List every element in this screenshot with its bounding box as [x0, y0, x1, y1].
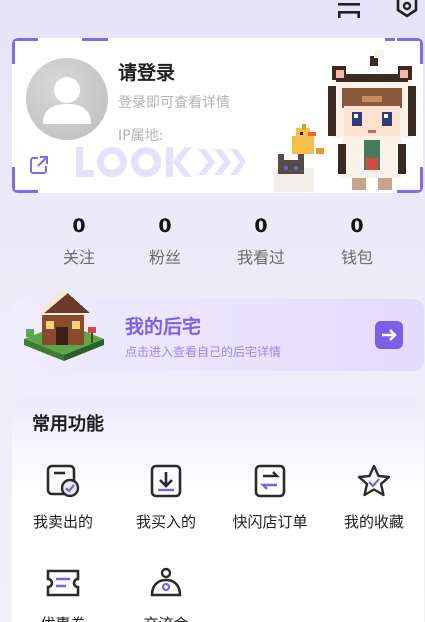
fn-meetup[interactable]: 交流会 — [116, 565, 216, 622]
stat-following[interactable]: 0 关注 — [34, 214, 124, 268]
ip-location: IP属地: — [118, 128, 164, 144]
avatar[interactable] — [26, 58, 108, 140]
popup-order-icon — [254, 464, 286, 498]
share-icon[interactable] — [29, 155, 49, 175]
frame-dash — [385, 38, 395, 41]
my-home-banner[interactable]: 我的后宅 点击进入查看自己的后宅详情 — [12, 289, 424, 371]
stat-value: 0 — [254, 215, 268, 237]
stat-wallet[interactable]: 0 钱包 — [312, 214, 402, 268]
functions-title: 常用功能 — [32, 414, 104, 435]
fn-label: 快闪店订单 — [232, 513, 308, 531]
frame-corner — [12, 38, 38, 64]
stat-value: 0 — [72, 215, 86, 237]
home-subtitle: 点击进入查看自己的后宅详情 — [125, 345, 282, 359]
fn-label: 优惠券 — [13, 613, 113, 622]
login-subtitle: 登录即可查看详情 — [118, 95, 230, 111]
enter-arrow-icon[interactable] — [375, 321, 403, 349]
settings-icon[interactable] — [394, 0, 420, 18]
stat-label: 我看过 — [236, 248, 285, 267]
stat-value: 0 — [350, 215, 364, 237]
pixel-house-illustration — [18, 283, 110, 363]
stats-row: 0 关注 0 粉丝 0 我看过 0 钱包 — [0, 214, 425, 274]
fn-popup-order[interactable]: 快闪店订单 — [220, 463, 320, 532]
common-functions-panel: 常用功能 我卖出的 我买入的 快闪店订单 我的收藏 — [12, 397, 424, 622]
stat-followers[interactable]: 0 粉丝 — [120, 214, 210, 268]
fn-bought[interactable]: 我买入的 — [116, 463, 216, 532]
fn-favorites[interactable]: 我的收藏 — [324, 463, 424, 532]
fn-label: 我卖出的 — [32, 513, 93, 531]
home-title: 我的后宅 — [125, 316, 202, 338]
coupon-icon — [46, 569, 80, 597]
fn-label: 我的收藏 — [343, 513, 404, 531]
meetup-icon — [150, 567, 182, 597]
bought-icon — [150, 464, 182, 498]
stat-label: 钱包 — [340, 248, 373, 267]
fn-sold[interactable]: 我卖出的 — [13, 463, 113, 532]
fn-coupon[interactable]: 优惠券 — [13, 565, 113, 622]
profile-card[interactable]: 请登录 登录即可查看详情 IP属地: — [12, 38, 423, 193]
fn-label: 交流会 — [116, 613, 216, 622]
scan-icon[interactable] — [336, 0, 362, 18]
look-logo-watermark — [74, 143, 246, 181]
stat-label: 关注 — [62, 248, 95, 267]
frame-dash — [82, 38, 108, 41]
star-icon — [357, 464, 391, 497]
sold-icon — [46, 464, 80, 498]
stat-value: 0 — [158, 215, 172, 237]
pixel-character-illustration — [272, 48, 423, 193]
stat-viewed[interactable]: 0 我看过 — [216, 214, 306, 268]
fn-label: 我买入的 — [135, 513, 196, 531]
login-title[interactable]: 请登录 — [118, 58, 175, 85]
stat-label: 粉丝 — [148, 248, 181, 267]
